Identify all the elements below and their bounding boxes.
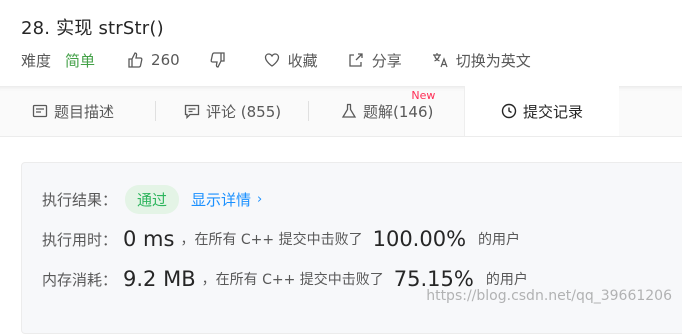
problem-header: 28. 实现 strStr() 难度 简单 260 收藏 分享 切换为英文 — [0, 0, 682, 86]
tab-label: 题解(146) — [363, 102, 434, 121]
memory-desc: ，在所有 C++ 提交中击败了 — [201, 272, 384, 288]
tab-description[interactable]: 题目描述 — [32, 86, 114, 136]
submission-result-panel: 执行结果： 通过 显示详情 › 执行用时： 0 ms ，在所有 C++ 提交中击… — [21, 162, 682, 334]
tab-submissions[interactable]: 提交记录 — [464, 86, 619, 136]
comment-icon — [184, 104, 200, 119]
share-button[interactable]: 分享 — [348, 50, 402, 71]
tab-label: 评论 (855) — [206, 102, 282, 121]
difficulty-value: 简单 — [65, 51, 96, 70]
like-count: 260 — [151, 51, 180, 69]
tab-solutions[interactable]: 题解(146) New — [341, 86, 435, 136]
status-badge: 通过 — [125, 185, 180, 214]
memory-label: 内存消耗： — [42, 270, 118, 289]
dislike-button[interactable] — [210, 52, 234, 68]
tab-bar: 题目描述 评论 (855) 题解(146) New 提交记录 — [0, 86, 682, 137]
heart-icon — [264, 53, 279, 67]
runtime-label: 执行用时： — [42, 230, 118, 249]
translate-icon — [432, 53, 448, 68]
memory-tail: 的用户 — [485, 272, 528, 288]
share-label: 分享 — [371, 51, 402, 70]
new-badge: New — [411, 88, 436, 102]
share-icon — [349, 53, 363, 67]
tab-divider — [308, 101, 309, 121]
tab-label-wrap: 题解(146) New — [363, 89, 435, 122]
clock-icon — [501, 103, 517, 119]
runtime-desc: ，在所有 C++ 提交中击败了 — [180, 232, 363, 248]
like-button[interactable]: 260 — [127, 51, 180, 69]
chevron-right-icon: › — [257, 192, 263, 207]
memory-value: 9.2 MB — [123, 267, 196, 291]
problem-meta-bar: 难度 简单 260 收藏 分享 切换为英文 — [21, 49, 561, 71]
difficulty-label: 难度 — [21, 51, 52, 70]
runtime-percent: 100.00% — [372, 227, 467, 251]
show-details-link[interactable]: 显示详情 › — [191, 189, 262, 210]
tab-label: 题目描述 — [54, 102, 115, 121]
details-link-text: 显示详情 — [191, 191, 252, 209]
page-title: 28. 实现 strStr() — [21, 18, 164, 39]
result-label: 执行结果： — [42, 191, 118, 209]
tab-label: 提交记录 — [522, 102, 583, 121]
translate-button[interactable]: 切换为英文 — [432, 50, 531, 71]
favorite-label: 收藏 — [287, 51, 318, 70]
favorite-button[interactable]: 收藏 — [264, 50, 318, 71]
thumbs-up-icon — [128, 52, 143, 68]
flask-icon — [341, 103, 357, 118]
runtime-tail: 的用户 — [478, 232, 521, 248]
runtime-value: 0 ms — [123, 227, 175, 251]
translate-label: 切换为英文 — [455, 51, 531, 70]
document-icon — [32, 104, 48, 118]
tab-divider — [155, 101, 156, 121]
runtime-row: 执行用时： 0 ms ，在所有 C++ 提交中击败了 100.00% 的用户 — [42, 227, 520, 251]
tab-comments[interactable]: 评论 (855) — [184, 86, 281, 136]
result-row: 执行结果： 通过 显示详情 › — [42, 185, 262, 214]
thumbs-down-icon — [210, 52, 225, 68]
watermark: https://blog.csdn.net/qq_39661206 — [426, 288, 672, 304]
